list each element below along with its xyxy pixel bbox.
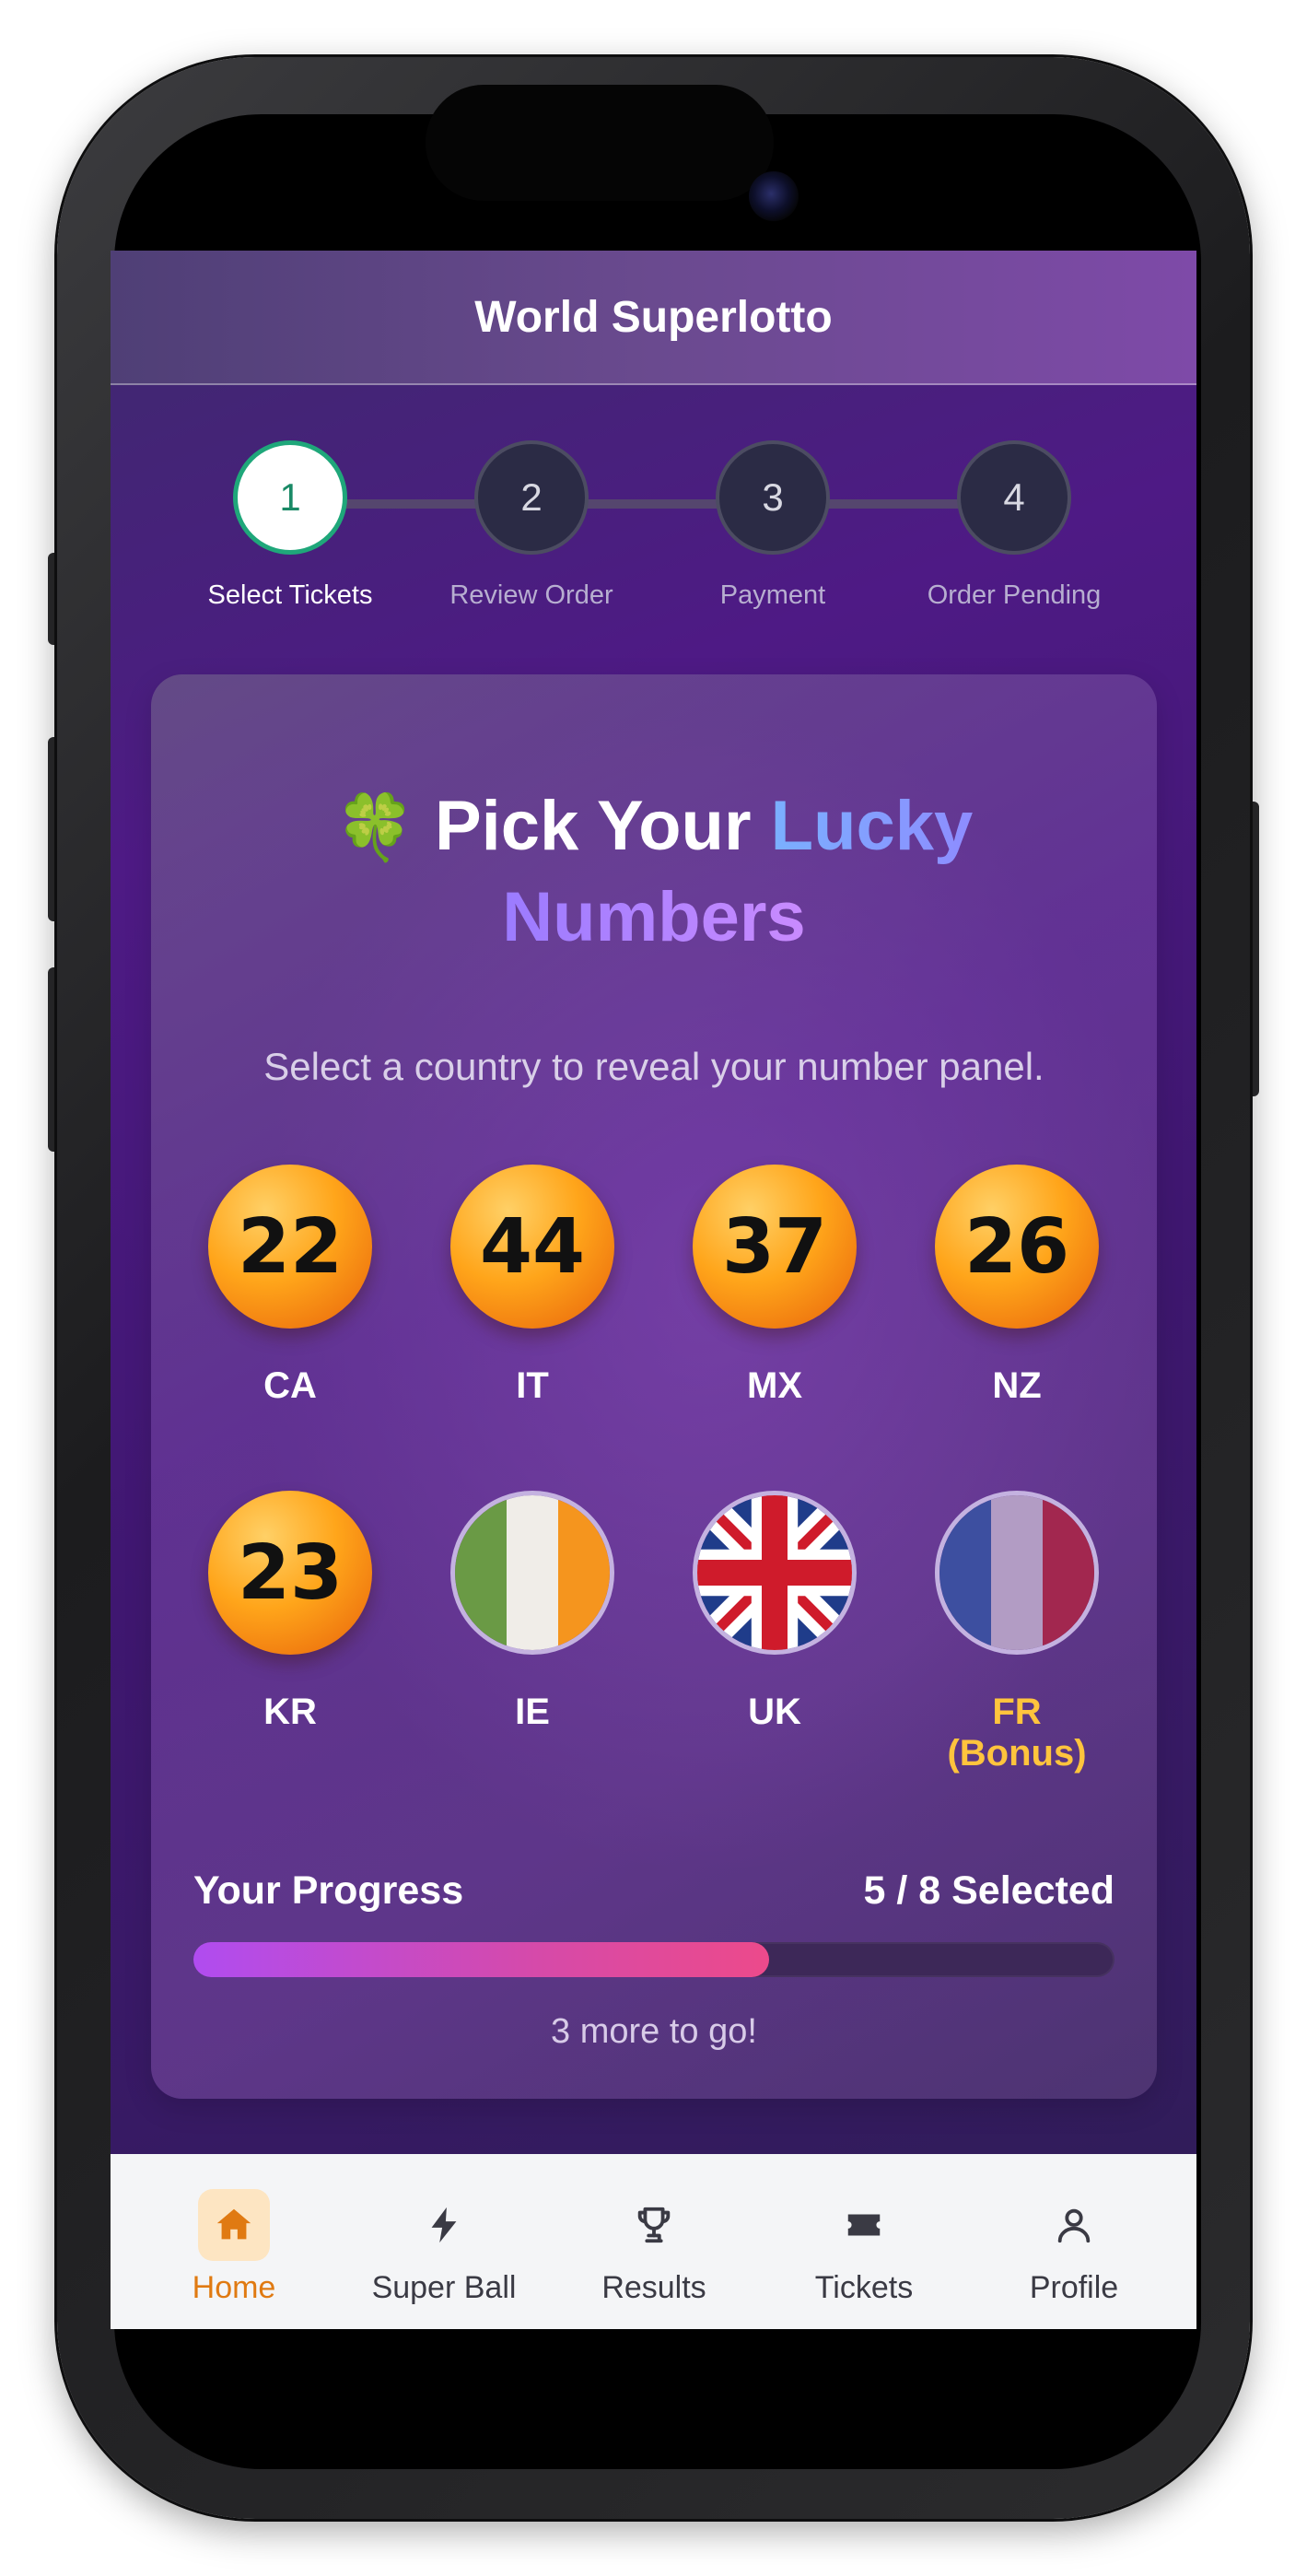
app-screen: World Superlotto 1 2 3 4 Select Tickets … <box>111 251 1196 2329</box>
country-code: KR <box>263 1692 317 1732</box>
tab-super-ball[interactable]: Super Ball <box>343 2154 545 2329</box>
step-3-circle[interactable]: 3 <box>716 440 830 555</box>
country-code: IE <box>515 1692 550 1732</box>
bottom-tab-bar: Home Super Ball Results Tickets Profile <box>111 2154 1196 2329</box>
step-3-label: Payment <box>719 580 826 610</box>
progress-count: 5 / 8 Selected <box>863 1868 1115 1913</box>
dynamic-island <box>426 85 774 201</box>
card-subtitle: Select a country to reveal your number p… <box>263 1045 1044 1088</box>
country-code: NZ <box>992 1365 1042 1406</box>
order-stepper: 1 2 3 4 Select Tickets Review Order Paym… <box>111 440 1196 625</box>
step-1-label: Select Tickets <box>207 580 373 610</box>
country-ie[interactable]: IE <box>440 1491 624 1733</box>
step-1-circle[interactable]: 1 <box>233 440 347 555</box>
country-code: MX <box>747 1365 802 1406</box>
step-4-circle[interactable]: 4 <box>957 440 1071 555</box>
progress-fill <box>193 1942 769 1977</box>
tab-label: Profile <box>1029 2270 1119 2305</box>
tab-label: Results <box>601 2270 706 2305</box>
tab-results[interactable]: Results <box>553 2154 755 2329</box>
number-ball[interactable]: 37 <box>693 1165 857 1329</box>
country-ca[interactable]: 22 CA <box>198 1165 382 1407</box>
country-code: UK <box>748 1692 801 1732</box>
country-kr[interactable]: 23 KR <box>198 1491 382 1733</box>
lightning-icon <box>408 2189 480 2261</box>
france-flag-icon[interactable] <box>935 1491 1099 1655</box>
country-mx[interactable]: 37 MX <box>683 1165 867 1407</box>
country-uk[interactable]: UK <box>683 1491 867 1733</box>
country-nz[interactable]: 26 NZ <box>925 1165 1109 1407</box>
tab-tickets[interactable]: Tickets <box>763 2154 965 2329</box>
title-part-2: Lucky <box>770 787 974 865</box>
country-code-bonus: FR (Bonus) <box>947 1692 1087 1774</box>
country-it[interactable]: 44 IT <box>440 1165 624 1407</box>
trophy-icon <box>618 2189 690 2261</box>
country-code: CA <box>263 1365 317 1406</box>
tab-label: Tickets <box>814 2270 914 2305</box>
country-fr-bonus[interactable]: FR (Bonus) <box>925 1491 1109 1774</box>
title-part-1: Pick Your <box>434 787 752 865</box>
app-header: World Superlotto <box>111 251 1196 385</box>
uk-flag-icon[interactable] <box>693 1491 857 1655</box>
progress-label: Your Progress <box>193 1868 464 1913</box>
number-ball[interactable]: 22 <box>208 1165 372 1329</box>
ticket-icon <box>828 2189 900 2261</box>
tab-label: Super Ball <box>371 2270 517 2305</box>
progress-bar <box>193 1942 1114 1977</box>
step-4-label: Order Pending <box>927 580 1102 610</box>
country-code: IT <box>516 1365 549 1406</box>
camera-icon <box>749 171 799 221</box>
tab-profile[interactable]: Profile <box>973 2154 1175 2329</box>
home-icon <box>198 2189 270 2261</box>
number-ball[interactable]: 23 <box>208 1491 372 1655</box>
app-title: World Superlotto <box>474 292 833 342</box>
user-icon <box>1038 2189 1110 2261</box>
clover-icon: 🍀 <box>334 791 415 863</box>
tab-home[interactable]: Home <box>133 2154 335 2329</box>
number-ball[interactable]: 26 <box>935 1165 1099 1329</box>
ireland-flag-icon[interactable] <box>450 1491 614 1655</box>
tab-label: Home <box>192 2270 276 2305</box>
number-ball[interactable]: 44 <box>450 1165 614 1329</box>
title-part-3: Numbers <box>502 878 806 956</box>
progress-note: 3 more to go! <box>551 2012 757 2051</box>
step-2-circle[interactable]: 2 <box>474 440 589 555</box>
step-2-label: Review Order <box>449 580 613 610</box>
pick-numbers-card: 🍀 Pick Your Lucky Numbers Select a count… <box>151 674 1157 2099</box>
card-title: 🍀 Pick Your Lucky Numbers <box>151 781 1157 963</box>
step-connector <box>258 499 1050 509</box>
